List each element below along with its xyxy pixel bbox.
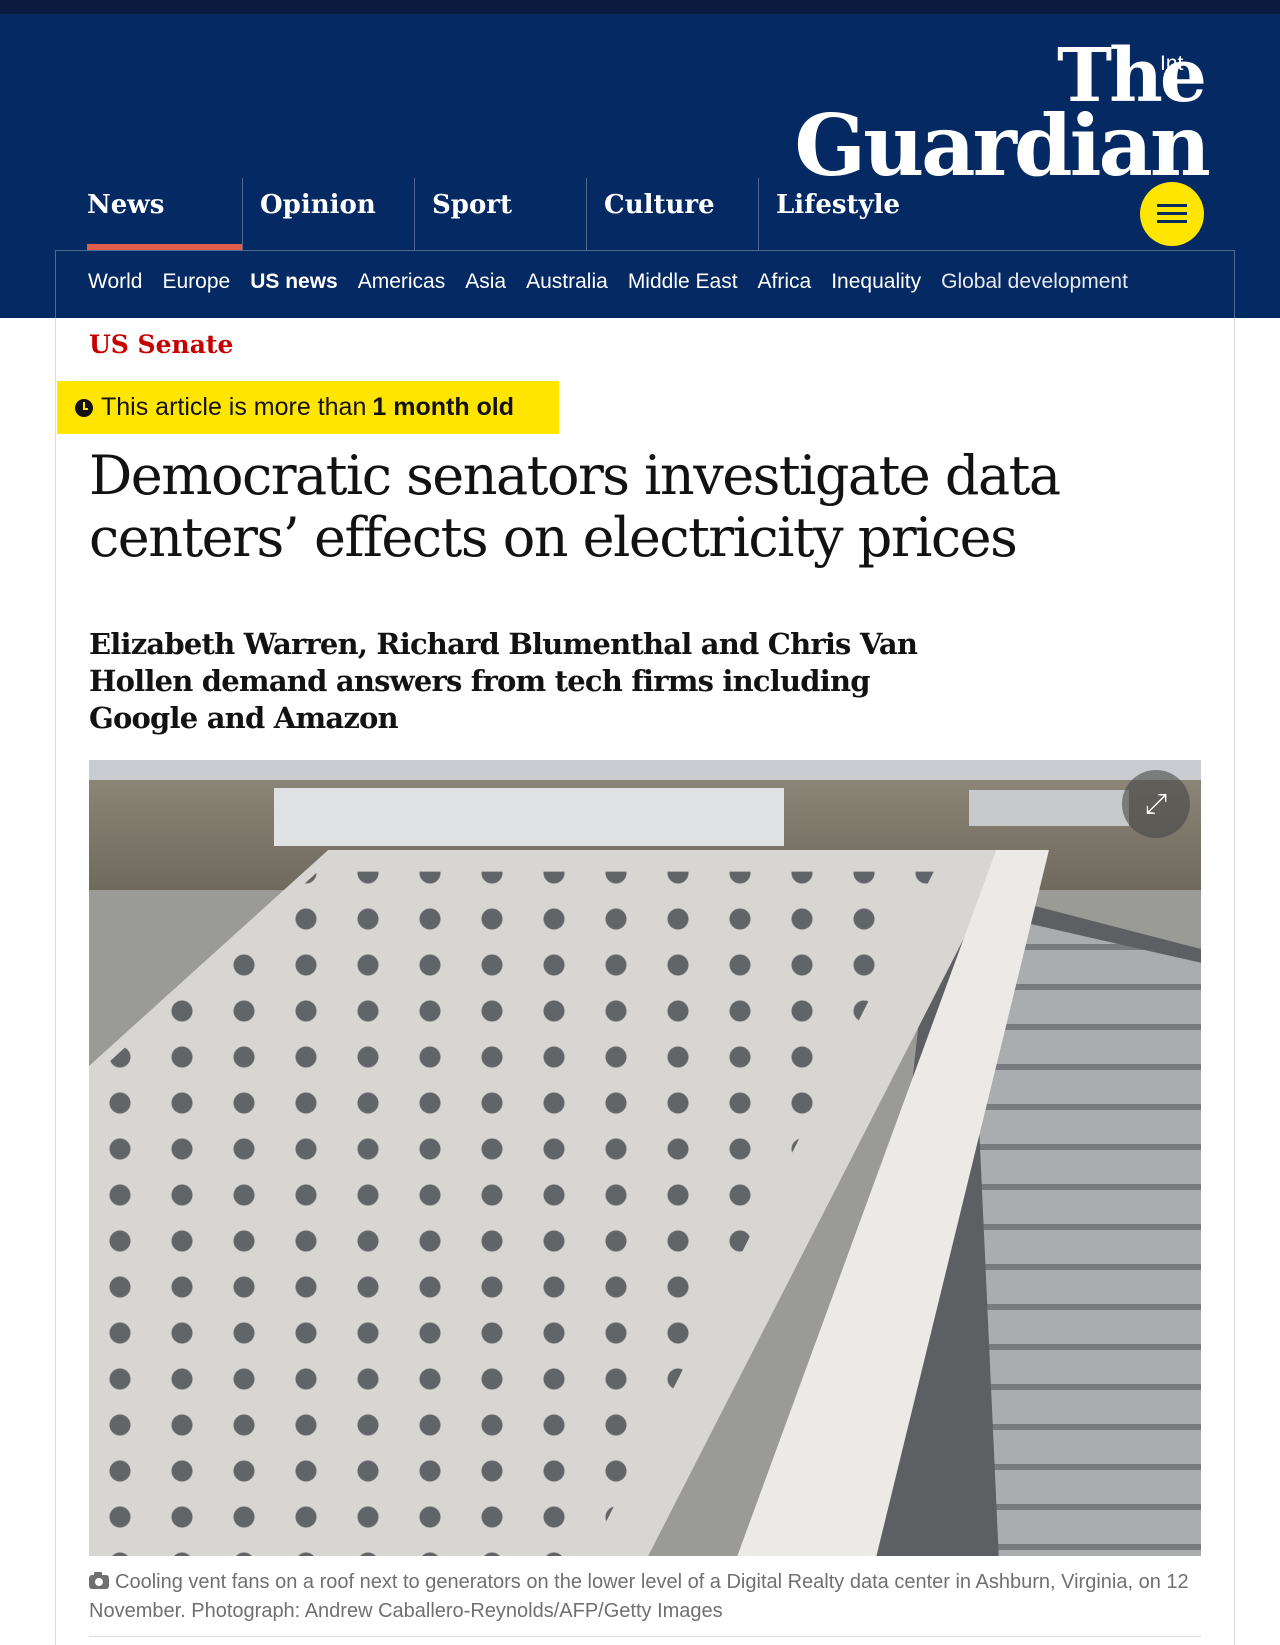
article-headline: Democratic senators investigate data cen… <box>89 444 1061 569</box>
age-notice-bold: 1 month old <box>372 393 515 421</box>
section-kicker[interactable]: US Senate <box>89 330 233 359</box>
clock-icon <box>75 398 93 417</box>
subnav-item-africa[interactable]: Africa <box>758 270 812 294</box>
subnav-item-europe[interactable]: Europe <box>162 270 230 294</box>
subnav-item-inequality[interactable]: Inequality <box>831 270 921 294</box>
age-notice-text: This article is more than <box>101 393 367 421</box>
hamburger-icon-bar <box>1157 212 1187 215</box>
pillar-nav: News Opinion Sport Culture Lifestyle <box>70 178 930 250</box>
expand-image-icon[interactable]: ⤢ <box>1122 770 1190 838</box>
main-article-image <box>89 760 1201 1556</box>
pillar-sport[interactable]: Sport <box>414 178 586 250</box>
divider <box>89 1636 1201 1637</box>
pillar-label: Sport <box>432 190 513 220</box>
subnav-item-middle-east[interactable]: Middle East <box>628 270 738 294</box>
guardian-logo[interactable]: The Guardian <box>794 39 1211 188</box>
subnav-item-asia[interactable]: Asia <box>465 270 506 294</box>
subnav-item-us-news[interactable]: US news <box>250 270 338 294</box>
pillar-label: Lifestyle <box>776 190 901 220</box>
pillar-news[interactable]: News <box>70 178 242 250</box>
subnav-item-global-development[interactable]: Global development <box>941 270 1128 294</box>
top-strip <box>0 0 1280 14</box>
hamburger-icon-bar <box>1157 220 1187 223</box>
subnav-item-australia[interactable]: Australia <box>526 270 608 294</box>
logo-line-2: Guardian <box>794 96 1211 195</box>
sub-navigation: World Europe US news Americas Asia Austr… <box>88 270 1128 294</box>
image-distant-building <box>274 788 784 846</box>
pillar-label: News <box>87 190 165 220</box>
image-sky <box>89 760 1201 780</box>
hamburger-icon <box>1157 204 1187 207</box>
pillar-lifestyle[interactable]: Lifestyle <box>758 178 930 250</box>
article-standfirst: Elizabeth Warren, Richard Blumenthal and… <box>89 627 918 735</box>
caption-text: Cooling vent fans on a roof next to gene… <box>89 1571 1189 1622</box>
pillar-culture[interactable]: Culture <box>586 178 758 250</box>
subnav-item-world[interactable]: World <box>88 270 142 294</box>
camera-icon <box>89 1572 109 1589</box>
pillar-label: Culture <box>604 190 715 220</box>
image-caption: Cooling vent fans on a roof next to gene… <box>89 1568 1219 1626</box>
pillar-opinion[interactable]: Opinion <box>242 178 414 250</box>
subnav-item-americas[interactable]: Americas <box>358 270 446 294</box>
image-distant-building <box>969 790 1129 826</box>
pillar-label: Opinion <box>260 190 376 220</box>
article-age-notice: This article is more than 1 month old <box>57 381 559 434</box>
menu-button[interactable] <box>1140 182 1204 246</box>
